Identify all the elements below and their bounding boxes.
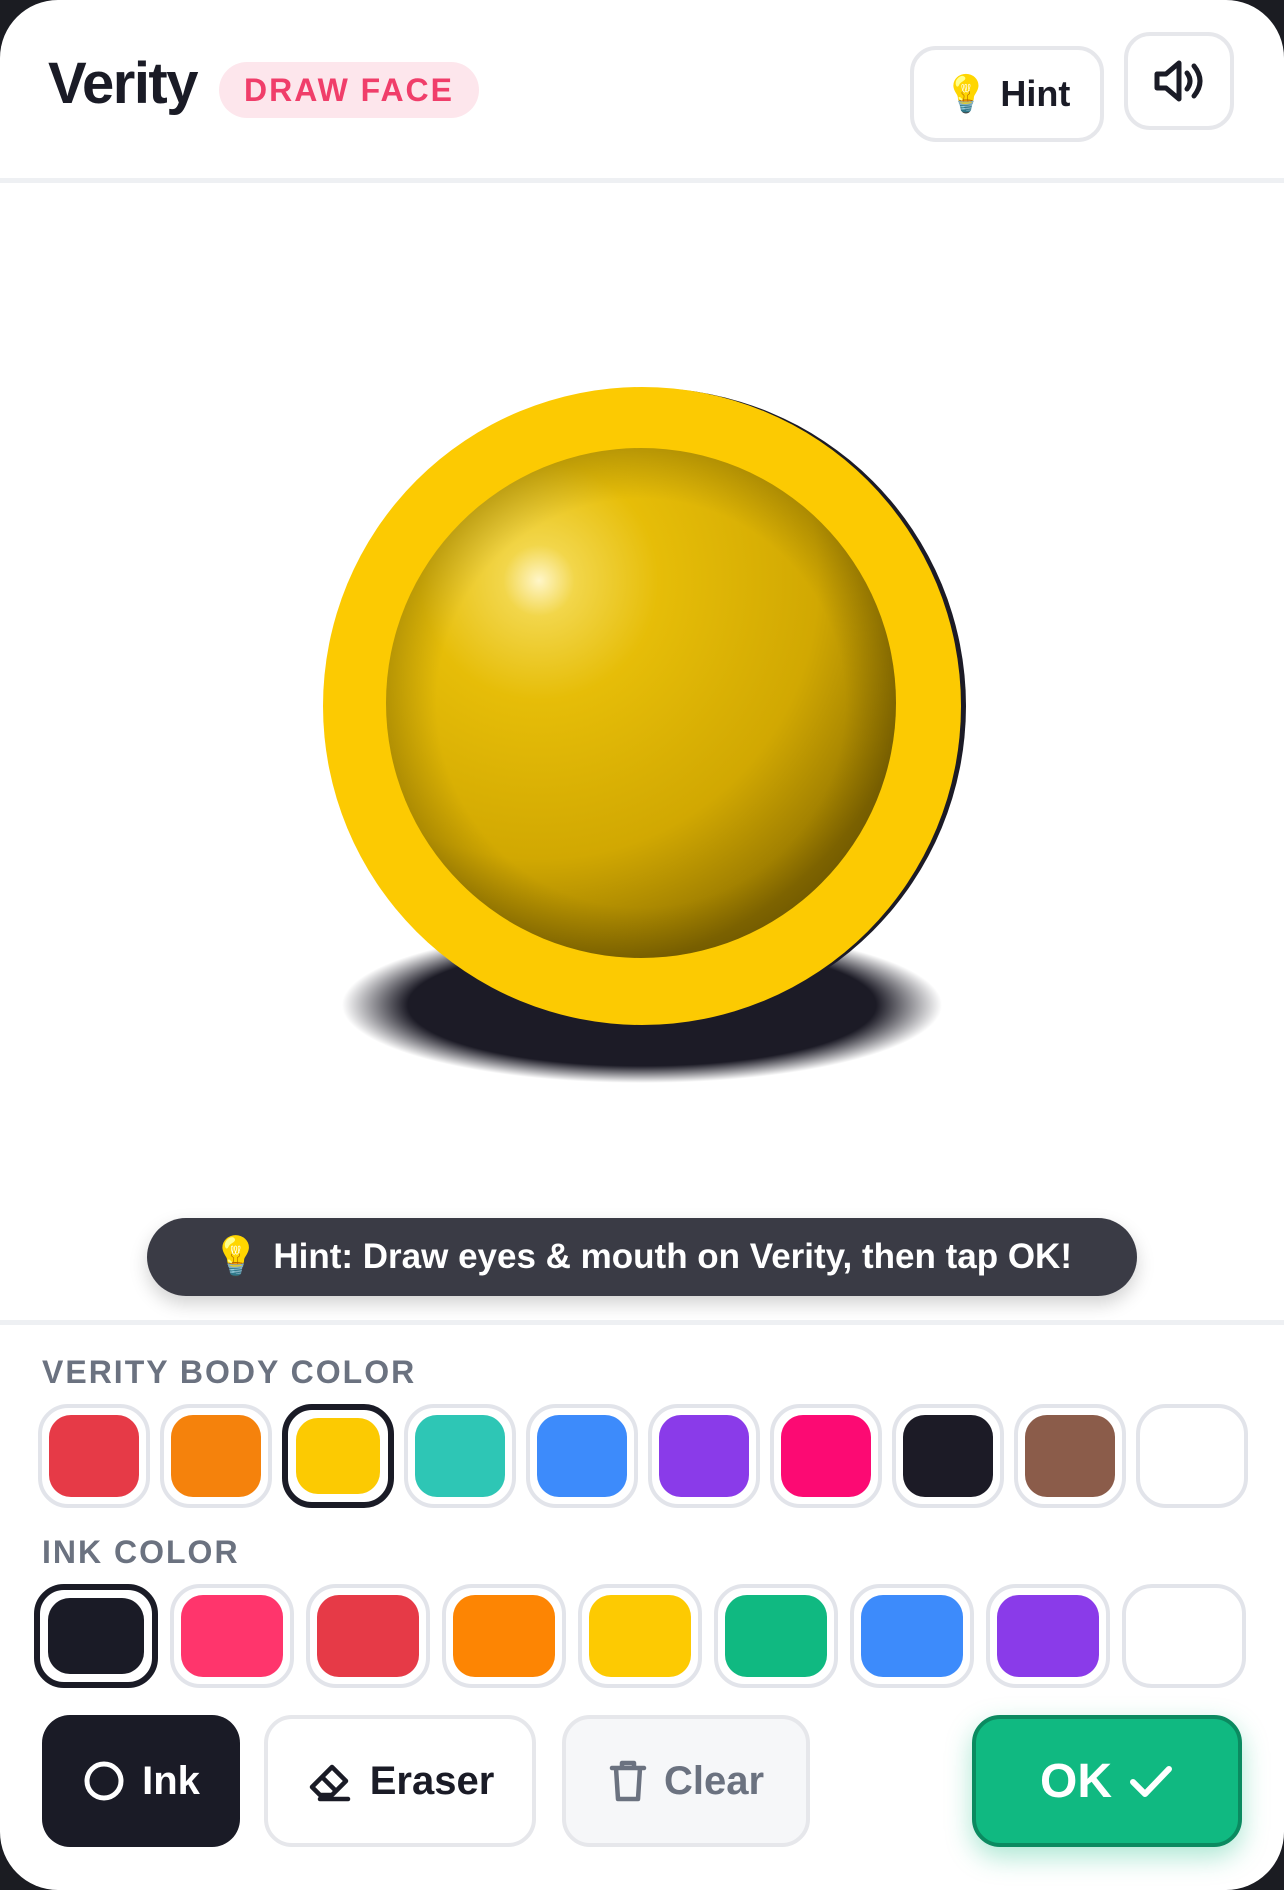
- body-color-swatch-fill: [171, 1415, 261, 1497]
- mode-badge: DRAW FACE: [219, 62, 479, 118]
- body-color-swatch-fill: [415, 1415, 505, 1497]
- lightbulb-icon: 💡: [943, 73, 989, 114]
- body-color-swatch-fill: [1147, 1415, 1237, 1497]
- clear-button[interactable]: Clear: [562, 1715, 810, 1847]
- ink-circle-icon: [84, 1761, 124, 1801]
- ok-button-label: OK: [1040, 1754, 1112, 1808]
- body-color-swatch-4[interactable]: [404, 1404, 516, 1508]
- ink-color-swatch-4[interactable]: [442, 1584, 566, 1688]
- checkmark-icon: [1130, 1766, 1172, 1797]
- ink-color-swatch-fill: [1133, 1595, 1235, 1677]
- body-color-swatch-6[interactable]: [648, 1404, 760, 1508]
- ink-color-swatch-5[interactable]: [578, 1584, 702, 1688]
- ink-color-swatch-3[interactable]: [306, 1584, 430, 1688]
- eraser-tool-button[interactable]: Eraser: [264, 1715, 536, 1847]
- ink-color-label: INK COLOR: [42, 1534, 240, 1570]
- ok-button[interactable]: OK: [972, 1715, 1242, 1847]
- body-color-swatch-5[interactable]: [526, 1404, 638, 1508]
- body-color-swatch-fill: [296, 1418, 380, 1494]
- ink-color-swatch-fill: [861, 1595, 963, 1677]
- verity-character: [323, 387, 966, 1083]
- lightbulb-icon: 💡: [212, 1236, 260, 1278]
- ink-color-swatch-fill: [589, 1595, 691, 1677]
- trash-icon: [609, 1760, 647, 1802]
- ink-color-swatch-6[interactable]: [714, 1584, 838, 1688]
- sound-button[interactable]: [1124, 32, 1234, 130]
- eraser-tool-label: Eraser: [369, 1758, 495, 1803]
- ink-color-swatch-fill: [997, 1595, 1099, 1677]
- body-color-swatch-fill: [781, 1415, 871, 1497]
- ink-color-swatch-7[interactable]: [850, 1584, 974, 1688]
- eraser-icon: [309, 1764, 350, 1802]
- ink-color-swatch-fill: [725, 1595, 827, 1677]
- body-color-swatch-10[interactable]: [1136, 1404, 1248, 1508]
- body-color-swatch-fill: [903, 1415, 993, 1497]
- ink-tool-button[interactable]: Ink: [42, 1715, 240, 1847]
- body-color-swatch-7[interactable]: [770, 1404, 882, 1508]
- header: Verity DRAW FACE 💡 Hint: [0, 0, 1284, 178]
- hint-banner-text: Hint: Draw eyes & mouth on Verity, then …: [273, 1237, 1072, 1276]
- inner-rim-shade: [386, 448, 896, 958]
- ink-color-swatch-8[interactable]: [986, 1584, 1110, 1688]
- body-color-swatches: [38, 1404, 1248, 1508]
- ink-color-swatch-fill: [181, 1595, 283, 1677]
- app-window: Verity DRAW FACE 💡 Hint 💡 Hint: Draw eye…: [0, 0, 1284, 1890]
- ink-color-swatch-9[interactable]: [1122, 1584, 1246, 1688]
- ink-color-swatch-1[interactable]: [34, 1584, 158, 1688]
- body-color-swatch-3[interactable]: [282, 1404, 394, 1508]
- body-color-swatch-8[interactable]: [892, 1404, 1004, 1508]
- hint-banner: 💡 Hint: Draw eyes & mouth on Verity, the…: [147, 1218, 1137, 1296]
- clear-button-label: Clear: [663, 1758, 765, 1803]
- body-color-swatch-fill: [49, 1415, 139, 1497]
- ink-color-swatch-2[interactable]: [170, 1584, 294, 1688]
- body-color-swatch-1[interactable]: [38, 1404, 150, 1508]
- ink-color-swatch-fill: [317, 1595, 419, 1677]
- body-color-swatch-9[interactable]: [1014, 1404, 1126, 1508]
- body-color-swatch-2[interactable]: [160, 1404, 272, 1508]
- hint-button[interactable]: 💡 Hint: [910, 46, 1104, 142]
- drawing-canvas[interactable]: [0, 183, 1284, 1318]
- body-color-swatch-fill: [537, 1415, 627, 1497]
- ink-color-swatch-fill: [453, 1595, 555, 1677]
- speaker-icon: [1154, 60, 1203, 102]
- body-color-swatch-fill: [1025, 1415, 1115, 1497]
- ink-color-swatch-fill: [48, 1598, 144, 1674]
- app-title: Verity: [48, 51, 199, 116]
- ink-color-swatches: [34, 1584, 1246, 1688]
- body-color-label: VERITY BODY COLOR: [42, 1354, 417, 1390]
- ink-tool-label: Ink: [142, 1758, 200, 1803]
- hint-button-label: Hint: [1000, 73, 1071, 114]
- canvas-divider: [0, 1320, 1284, 1325]
- body-color-swatch-fill: [659, 1415, 749, 1497]
